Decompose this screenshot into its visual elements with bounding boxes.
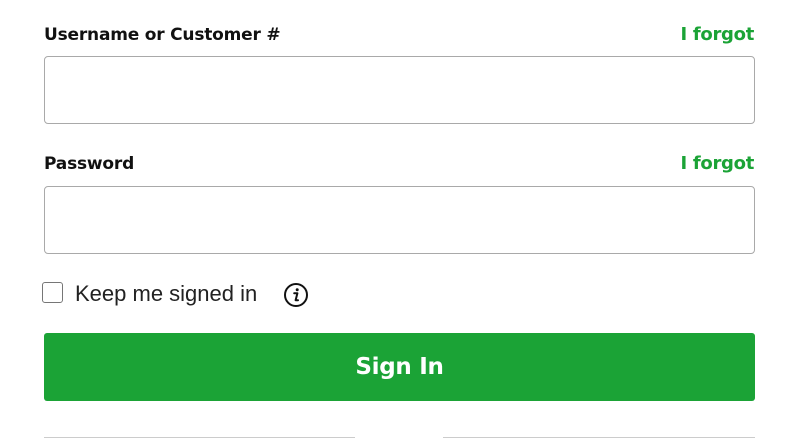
login-form: Username or Customer # I forgot Password… bbox=[42, 0, 755, 445]
password-label: Password bbox=[44, 154, 135, 174]
keep-signed-in-row: Keep me signed in bbox=[42, 280, 342, 310]
password-field-header: Password I forgot bbox=[44, 152, 755, 176]
divider-right bbox=[443, 437, 755, 438]
info-icon[interactable] bbox=[283, 282, 309, 308]
username-label: Username or Customer # bbox=[44, 25, 281, 45]
username-field-header: Username or Customer # I forgot bbox=[44, 23, 755, 47]
password-input[interactable] bbox=[44, 186, 755, 254]
forgot-password-link[interactable]: I forgot bbox=[681, 152, 755, 176]
forgot-username-link[interactable]: I forgot bbox=[681, 23, 755, 47]
keep-signed-in-label[interactable]: Keep me signed in bbox=[75, 280, 257, 308]
divider-left bbox=[44, 437, 355, 438]
sign-in-button[interactable]: Sign In bbox=[44, 333, 755, 401]
keep-signed-in-checkbox[interactable] bbox=[42, 282, 63, 303]
username-input[interactable] bbox=[44, 56, 755, 124]
